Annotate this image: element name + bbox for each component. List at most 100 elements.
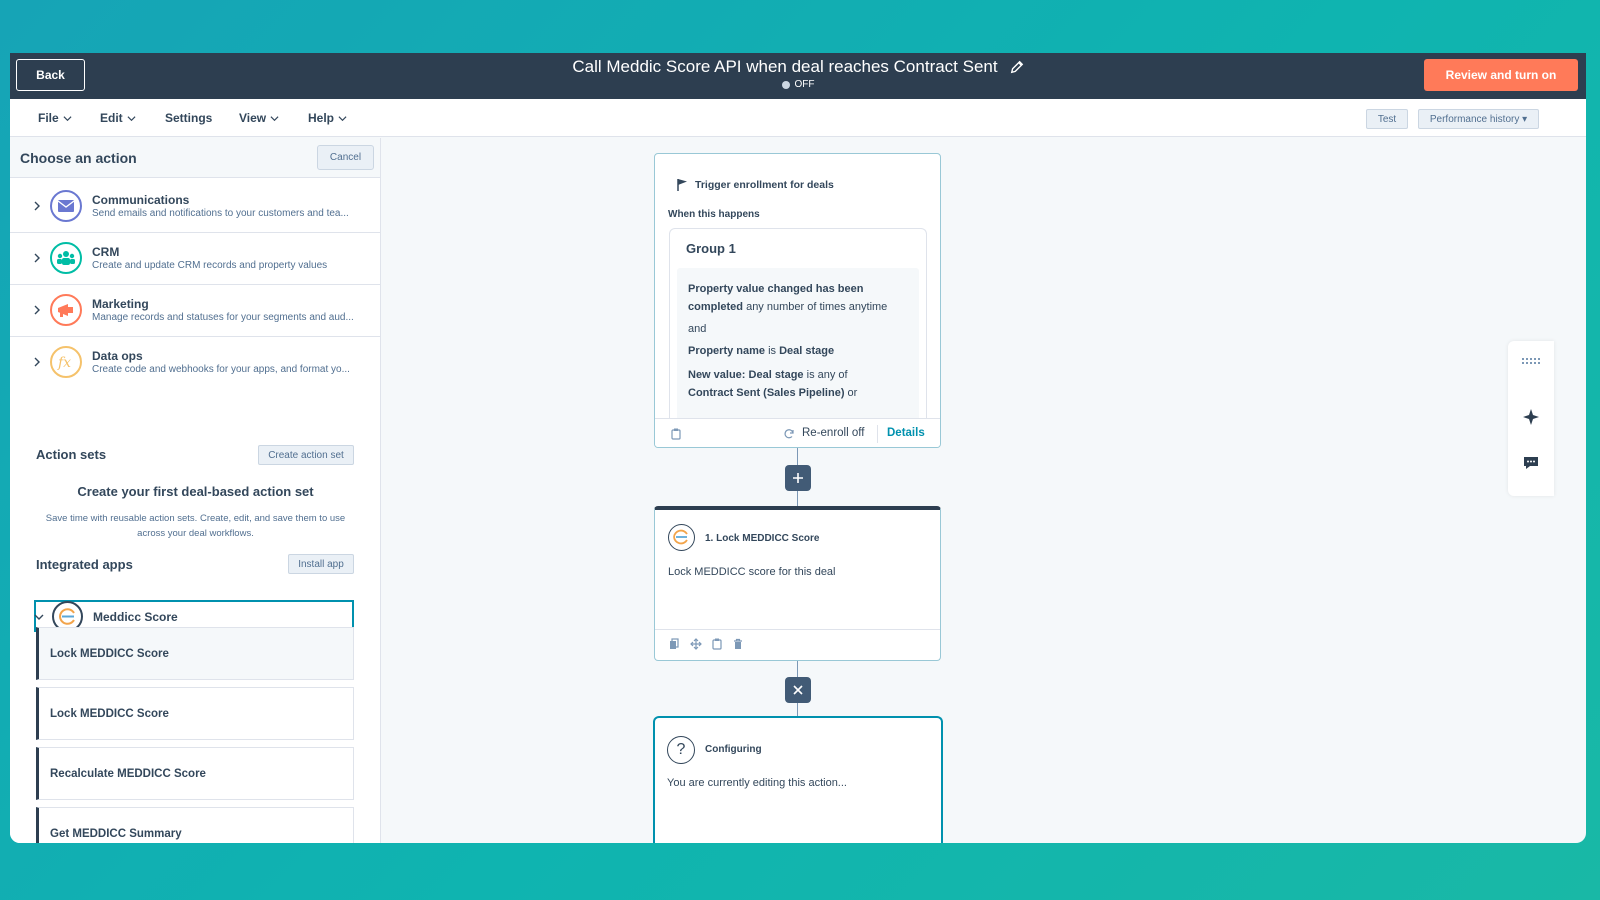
condition-1-rest: any number of times anytime [743,301,888,313]
condition-3-tail: or [844,387,858,399]
cancel-button[interactable]: Cancel [317,145,374,170]
chevron-right-icon [34,253,40,263]
chat-icon[interactable] [1523,456,1539,470]
clipboard-icon[interactable] [671,428,681,440]
clipboard-icon[interactable] [712,638,722,650]
trigger-title: Trigger enrollment for deals [695,179,834,191]
menu-edit-label: Edit [100,111,123,125]
category-data-ops[interactable]: fx Data ops Create code and webhooks for… [10,337,380,389]
svg-text:fx: fx [57,355,71,371]
review-and-turn-on-button[interactable]: Review and turn on [1424,59,1578,91]
configuring-title: Configuring [705,744,762,755]
reenroll-status: Re-enroll off [802,427,865,439]
top-bar: Back Call Meddic Score API when deal rea… [10,53,1586,99]
chevron-down-icon [127,115,136,121]
test-button[interactable]: Test [1366,109,1408,129]
condition-3-bold-b: Contract Sent (Sales Pipeline) [688,387,845,399]
action-card-divider [655,629,940,630]
trash-icon[interactable] [733,638,743,650]
and-separator: and [688,323,707,335]
plus-icon [793,473,803,483]
copy-icon[interactable] [669,638,679,650]
chevron-down-icon [63,115,72,121]
condition-2-mid: is [765,345,780,357]
menu-settings[interactable]: Settings [165,111,212,125]
app-action-item[interactable]: Lock MEDDICC Score [36,687,354,740]
category-crm[interactable]: CRM Create and update CRM records and pr… [10,233,380,285]
refresh-icon [784,429,794,439]
trigger-subtitle: When this happens [668,209,760,220]
chevron-right-icon [34,201,40,211]
flag-icon [677,179,687,191]
category-desc: Send emails and notifications to your cu… [92,208,349,219]
menu-bar: File Edit Settings View Help Test Perfor… [10,99,1586,137]
add-action-button[interactable] [785,465,811,491]
category-communications[interactable]: Communications Send emails and notificat… [10,181,380,233]
filter-group: Group 1 Property value changed has been … [669,228,927,428]
close-branch-button[interactable] [785,677,811,703]
trigger-card[interactable]: Trigger enrollment for deals When this h… [654,153,941,448]
trigger-footer: Re-enroll off Details [655,418,940,447]
configuring-body: You are currently editing this action... [667,777,847,789]
menu-file-label: File [38,111,59,125]
move-icon[interactable] [690,638,702,650]
action-sets-title: Action sets [36,447,107,462]
title-area: Call Meddic Score API when deal reaches … [10,57,1586,90]
chevron-down-icon [270,115,279,121]
condition-3-bold-a: New value: Deal stage [688,369,804,381]
question-icon: ? [667,736,695,764]
menu-view-label: View [239,111,267,125]
category-name: Data ops [92,349,143,363]
configuring-card[interactable]: ? Configuring You are currently editing … [653,716,943,843]
performance-history-button[interactable]: Performance history ▾ [1418,109,1539,129]
menu-help[interactable]: Help [308,111,347,125]
action-card-body: Lock MEDDICC score for this deal [668,566,836,578]
workflow-editor: Back Call Meddic Score API when deal rea… [10,53,1586,843]
filter-conditions: Property value changed has been complete… [677,268,919,428]
trigger-header: Trigger enrollment for deals [676,178,834,192]
category-name: Communications [92,193,190,207]
panel-title: Choose an action [20,150,137,166]
sparkle-icon[interactable] [1523,409,1539,425]
workflow-title-row: Call Meddic Score API when deal reaches … [572,57,1023,77]
action-card-lock-meddicc[interactable]: 1. Lock MEDDICC Score Lock MEDDICC score… [654,506,941,661]
app-action-item[interactable]: Recalculate MEDDICC Score [36,747,354,800]
condition-3-mid: is any of [803,369,848,381]
chevron-down-icon [338,115,347,121]
people-icon [50,242,82,274]
integrated-apps-title: Integrated apps [36,557,133,572]
grid-icon[interactable] [1522,358,1540,366]
condition-1: Property value changed has been complete… [688,280,888,316]
pencil-icon[interactable] [1010,60,1024,74]
workflow-title[interactable]: Call Meddic Score API when deal reaches … [572,57,997,77]
category-name: CRM [92,245,120,259]
app-action-item[interactable]: Get MEDDICC Summary [36,807,354,843]
condition-2-bold-b: Deal stage [779,345,835,357]
app-action-item[interactable]: Lock MEDDICC Score [36,627,354,680]
action-card-title: 1. Lock MEDDICC Score [705,533,820,544]
condition-3: New value: Deal stage is any of Contract … [688,366,908,402]
action-sets-empty-title: Create your first deal-based action set [77,484,314,499]
status-dot [781,80,790,89]
details-link[interactable]: Details [887,427,925,439]
footer-divider [877,425,878,443]
menu-file[interactable]: File [38,111,72,125]
install-app-button[interactable]: Install app [288,554,354,574]
chevron-right-icon [34,305,40,315]
app-action-label: Lock MEDDICC Score [50,708,169,720]
create-action-set-button[interactable]: Create action set [258,445,354,465]
category-desc: Manage records and statuses for your seg… [92,312,354,323]
menu-view[interactable]: View [239,111,279,125]
menu-edit[interactable]: Edit [100,111,136,125]
app-action-label: Recalculate MEDDICC Score [50,768,206,780]
category-marketing[interactable]: Marketing Manage records and statuses fo… [10,285,380,337]
status-text: OFF [794,79,815,90]
category-name: Marketing [92,297,149,311]
action-sets-empty-desc: Save time with reusable action sets. Cre… [45,513,346,539]
right-side-rail [1508,341,1554,496]
envelope-icon [50,190,82,222]
close-icon [793,685,803,695]
choose-action-panel: Choose an action Cancel Communications S… [10,138,381,843]
megaphone-icon [50,294,82,326]
category-desc: Create and update CRM records and proper… [92,260,328,271]
